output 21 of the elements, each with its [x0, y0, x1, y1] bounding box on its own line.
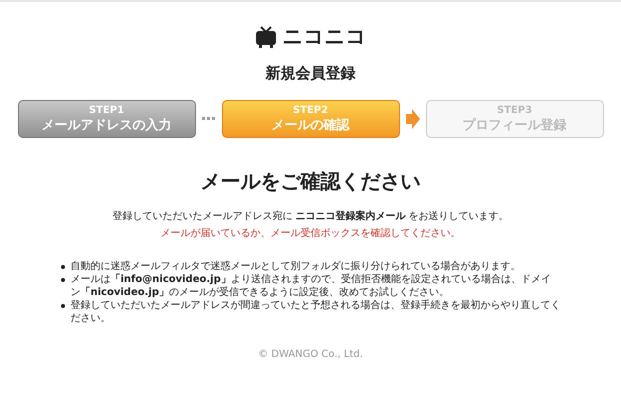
step-number: STEP3: [496, 104, 532, 116]
tv-icon: [254, 26, 276, 48]
step-number: STEP1: [88, 104, 124, 116]
copyright-text: © DWANGO Co., Ltd.: [258, 349, 363, 360]
bullet-icon: [60, 304, 64, 308]
step-name: プロフィール登録: [462, 116, 566, 134]
logo-text: ニコニコ: [282, 23, 366, 50]
note-text: 登録していただいたメールアドレスが間違っていたと予想される場合は、登録手続きを最初からやり直してください。: [70, 299, 560, 325]
step-number: STEP2: [292, 104, 328, 116]
message-text: 登録していただいたメールアドレス宛に ニコニコ登録案内メール をお送りしています。: [112, 209, 509, 223]
note-text: メールは「info@nicovideo.jp」より送信されますので、受信拒否機能を設定されている場合は、ドメイン「nicovideo.jp」のメールが受信できるように設定後、改めてお試しください。: [70, 273, 552, 299]
heading: メールをご確認ください: [200, 168, 420, 195]
bullet-icon: [60, 265, 64, 269]
step-name: メールの確認: [272, 116, 350, 134]
bullet-icon: [60, 278, 64, 282]
note-text: 自動的に迷惑メールフィルタで迷惑メールとして別フォルダに振り分けられている場合があります。: [70, 260, 520, 273]
page-title: 新規会員登録: [266, 64, 356, 83]
warning-text: メールが届いているか、メール受信ボックスを確認してください。: [160, 226, 460, 240]
dots-icon: [202, 116, 216, 122]
arrow-icon: [406, 109, 420, 129]
step-name: メールアドレスの入力: [42, 116, 172, 134]
